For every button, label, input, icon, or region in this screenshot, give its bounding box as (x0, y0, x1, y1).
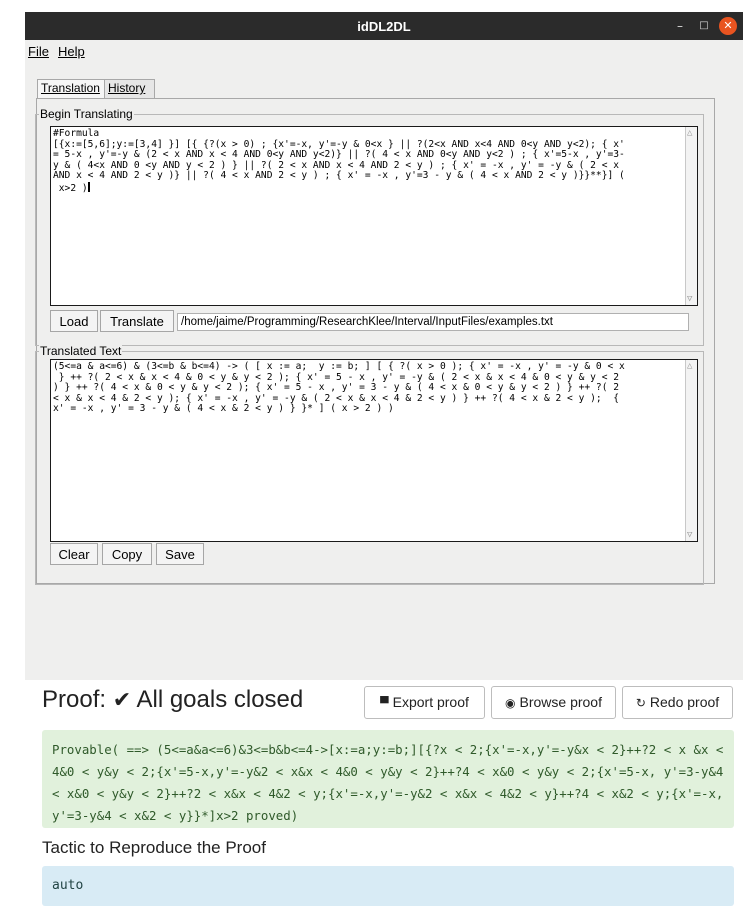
scroll-up-arrow-icon[interactable]: △ (687, 361, 692, 371)
text-caret (87, 181, 90, 192)
tab-translation[interactable]: Translation (37, 79, 105, 98)
app-window: idDL2DL – □ ✕ File Help Translation Hist… (25, 12, 743, 680)
translated-line: } ++ ?( 2 < x & x < 4 & 0 < y & y < 2 );… (53, 371, 620, 383)
tab-history-label: History (108, 81, 146, 95)
menu-file[interactable]: File (28, 44, 49, 59)
menu-help[interactable]: Help (58, 44, 85, 59)
translated-line: ) } ++ ?( 4 < x & 0 < y & y < 2 ); { x' … (53, 382, 620, 394)
clear-button[interactable]: Clear (50, 543, 98, 565)
file-path-field[interactable]: /home/jaime/Programming/ResearchKlee/Int… (177, 313, 689, 331)
translated-text-legend: Translated Text (39, 344, 123, 358)
begin-translating-legend: Begin Translating (39, 107, 134, 121)
window-title: idDL2DL (357, 19, 411, 34)
tactic-heading: Tactic to Reproduce the Proof (42, 838, 266, 857)
translated-scrollbar[interactable]: △ ▽ (685, 360, 697, 541)
tab-history[interactable]: History (104, 79, 155, 98)
formula-line: x>2 ) (53, 182, 88, 194)
formula-scrollbar[interactable]: △ ▽ (685, 127, 697, 305)
check-icon: ✔ (112, 687, 132, 712)
export-proof-label: Export proof (392, 694, 469, 710)
close-button[interactable]: ✕ (719, 17, 737, 35)
tactic-box: auto (42, 866, 734, 906)
formula-line: y & ( 4<x AND 0 <y AND y < 2 ) } || ?( 2… (53, 159, 620, 171)
formula-line: AND x < 4 AND 2 < y )} || ?( 4 < x AND 2… (53, 170, 625, 182)
copy-button[interactable]: Copy (102, 543, 152, 565)
translated-output[interactable]: (5<=a & a<=6) & (3<=b & b<=4) -> ( [ x :… (50, 359, 698, 542)
export-proof-button[interactable]: ▀ Export proof (364, 686, 485, 719)
browse-proof-button[interactable]: ◉ Browse proof (491, 686, 616, 719)
formula-input[interactable]: #Formula [{x:=[5,6];y:=[3,4] }] [{ {?(x … (50, 126, 698, 306)
archive-icon: ▀ (380, 696, 389, 710)
proof-label: Proof: (42, 686, 107, 713)
formula-line: [{x:=[5,6];y:=[3,4] }] [{ {?(x > 0) ; {x… (53, 138, 625, 150)
scroll-down-arrow-icon[interactable]: ▽ (687, 294, 692, 304)
formula-line: = 5-x , y'=-y & (2 < x AND x < 4 AND 0<y… (53, 149, 625, 161)
save-button[interactable]: Save (156, 543, 204, 565)
proof-heading: Proof: ✔ All goals closed (42, 686, 303, 714)
minimize-button[interactable]: – (671, 17, 689, 35)
scroll-down-arrow-icon[interactable]: ▽ (687, 530, 692, 540)
translated-line: x' = -x , y' = 3 - y & ( 4 < x & 2 < y )… (53, 403, 394, 415)
proof-result: Provable( ==> (5<=a&a<=6)&3<=b&b<=4->[x:… (42, 730, 734, 828)
page-edge (18, 0, 20, 914)
translate-button[interactable]: Translate (100, 310, 174, 332)
formula-line: #Formula (53, 128, 100, 139)
redo-proof-label: Redo proof (649, 694, 720, 710)
redo-icon: ↻ (635, 696, 646, 710)
load-button[interactable]: Load (50, 310, 98, 332)
redo-proof-button[interactable]: ↻ Redo proof (622, 686, 733, 719)
proof-status: All goals closed (136, 686, 304, 713)
translated-line: (5<=a & a<=6) & (3<=b & b<=4) -> ( [ x :… (53, 361, 625, 372)
menu-bar: File Help (25, 40, 743, 62)
compass-icon: ◉ (505, 696, 516, 710)
translated-line: < x & x < 4 & 2 < y ); { x' = -x , y' = … (53, 392, 620, 404)
title-bar: idDL2DL – □ ✕ (25, 12, 743, 40)
browse-proof-label: Browse proof (519, 694, 602, 710)
maximize-button[interactable]: □ (695, 17, 713, 35)
tab-translation-label: Translation (41, 81, 100, 95)
scroll-up-arrow-icon[interactable]: △ (687, 128, 692, 138)
